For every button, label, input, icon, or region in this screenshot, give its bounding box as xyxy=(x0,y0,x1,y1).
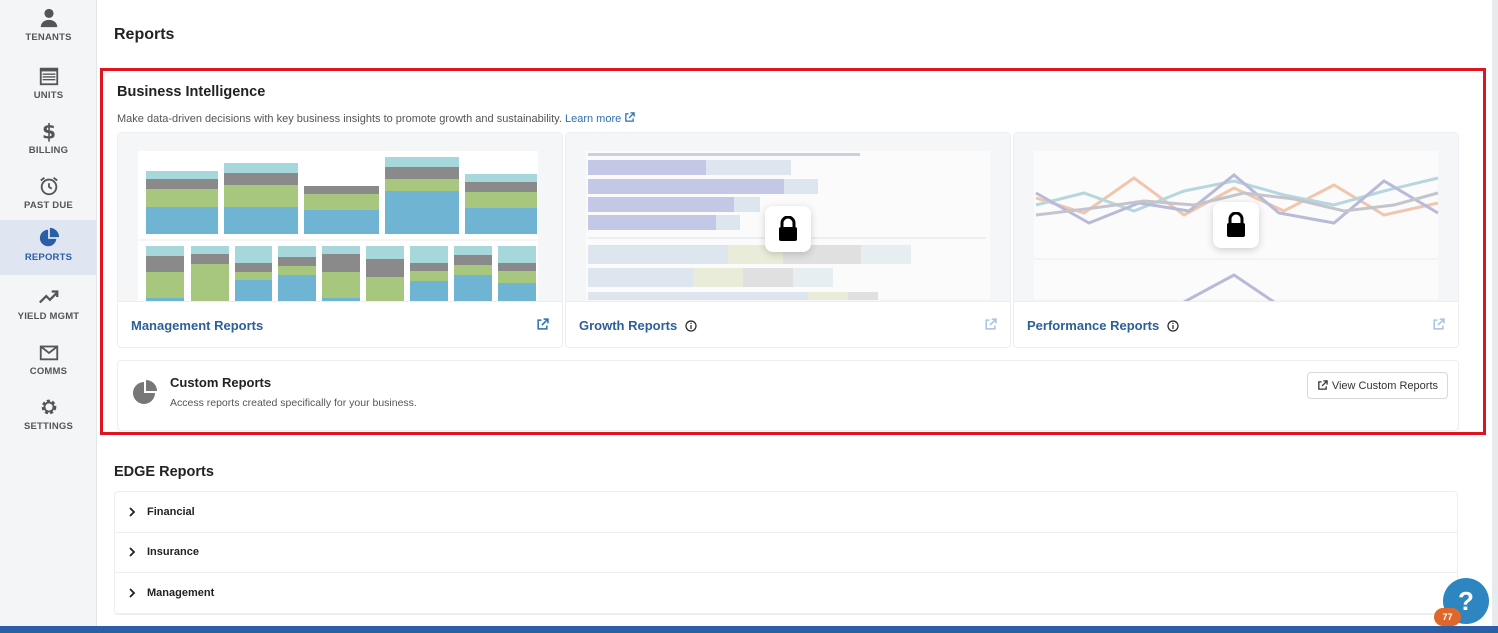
custom-reports-description: Access reports created specifically for … xyxy=(170,397,417,409)
card-title-text: Performance Reports xyxy=(1027,318,1160,333)
custom-reports-title: Custom Reports xyxy=(170,375,272,390)
card-title[interactable]: Growth Reports xyxy=(579,318,697,333)
edge-row-management[interactable]: Management xyxy=(115,573,1457,614)
description-text: Make data-driven decisions with key busi… xyxy=(117,113,562,125)
edge-reports-title: EDGE Reports xyxy=(114,464,214,480)
storage-unit-icon xyxy=(37,64,61,88)
growth-preview-image xyxy=(566,133,1010,302)
edge-reports-list: Financial Insurance Management xyxy=(114,491,1458,615)
sidebar-item-past-due[interactable]: PAST DUE xyxy=(0,168,97,223)
edge-row-label: Financial xyxy=(147,505,195,518)
sidebar-item-label: UNITS xyxy=(33,90,64,101)
help-icon: ? xyxy=(1458,585,1474,616)
chevron-right-icon xyxy=(129,547,136,557)
gear-icon xyxy=(37,395,61,419)
button-label: View Custom Reports xyxy=(1331,379,1438,392)
card-title[interactable]: Performance Reports xyxy=(1027,318,1179,333)
sidebar-item-label: TENANTS xyxy=(25,32,72,43)
sidebar-item-label: COMMS xyxy=(29,366,68,377)
sidebar-item-yield-mgmt[interactable]: YIELD MGMT xyxy=(0,279,97,334)
sidebar-item-label: YIELD MGMT xyxy=(17,311,80,322)
info-icon[interactable] xyxy=(685,320,697,332)
card-title-text: Growth Reports xyxy=(579,318,678,333)
edge-row-label: Management xyxy=(147,586,215,599)
sidebar-item-reports[interactable]: REPORTS xyxy=(0,220,97,275)
sidebar: TENANTS UNITS $ BILLING PAST DUE REPORTS… xyxy=(0,0,97,633)
svg-text:$: $ xyxy=(41,120,55,142)
page-title: Reports xyxy=(114,26,175,43)
edge-row-label: Insurance xyxy=(147,546,199,559)
business-intelligence-section: Business Intelligence Make data-driven d… xyxy=(100,68,1486,435)
custom-reports-panel: Custom Reports Access reports created sp… xyxy=(117,360,1459,431)
bottom-bar xyxy=(0,626,1498,633)
scrollbar[interactable] xyxy=(1492,0,1498,633)
pie-chart-icon xyxy=(37,226,61,250)
external-link-icon xyxy=(625,112,636,122)
alarm-clock-icon xyxy=(37,174,61,198)
dollar-icon: $ xyxy=(37,119,61,143)
sidebar-item-comms[interactable]: COMMS xyxy=(0,334,97,389)
view-custom-reports-button[interactable]: View Custom Reports xyxy=(1306,372,1448,399)
performance-reports-card[interactable]: Performance Reports xyxy=(1013,132,1459,348)
sidebar-item-label: REPORTS xyxy=(24,252,73,263)
trend-up-icon xyxy=(37,285,61,309)
management-reports-card[interactable]: Management Reports xyxy=(117,132,563,348)
sidebar-item-settings[interactable]: SETTINGS xyxy=(0,389,97,444)
person-icon xyxy=(37,6,61,30)
lock-icon xyxy=(765,206,811,252)
chevron-right-icon xyxy=(129,507,136,517)
pie-chart-icon xyxy=(133,380,157,404)
sidebar-item-label: PAST DUE xyxy=(24,200,73,211)
growth-reports-card[interactable]: Growth Reports xyxy=(565,132,1011,348)
section-description: Make data-driven decisions with key busi… xyxy=(117,112,636,125)
learn-more-link[interactable]: Learn more xyxy=(564,112,636,125)
edge-row-financial[interactable]: Financial xyxy=(115,492,1457,533)
lock-icon xyxy=(1213,202,1259,248)
sidebar-item-label: BILLING xyxy=(28,145,69,156)
external-link-icon[interactable] xyxy=(1432,318,1445,331)
card-title[interactable]: Management Reports xyxy=(131,318,263,333)
performance-preview-image xyxy=(1014,133,1458,302)
chevron-right-icon xyxy=(129,588,136,598)
section-title: Business Intelligence xyxy=(117,84,266,100)
mail-icon xyxy=(37,340,61,364)
external-link-icon[interactable] xyxy=(984,318,997,331)
sidebar-item-tenants[interactable]: TENANTS xyxy=(0,0,97,55)
sidebar-item-billing[interactable]: $ BILLING xyxy=(0,113,97,168)
edge-row-insurance[interactable]: Insurance xyxy=(115,533,1457,573)
external-link-icon xyxy=(1318,380,1328,390)
sidebar-item-units[interactable]: UNITS xyxy=(0,58,97,113)
learn-more-label: Learn more xyxy=(564,113,622,125)
main-content: Reports Business Intelligence Make data-… xyxy=(97,0,1492,633)
info-icon[interactable] xyxy=(1167,320,1179,332)
external-link-icon[interactable] xyxy=(536,318,549,331)
management-preview-image xyxy=(118,133,562,302)
notification-badge: 77 xyxy=(1434,608,1461,626)
sidebar-item-label: SETTINGS xyxy=(23,421,74,432)
